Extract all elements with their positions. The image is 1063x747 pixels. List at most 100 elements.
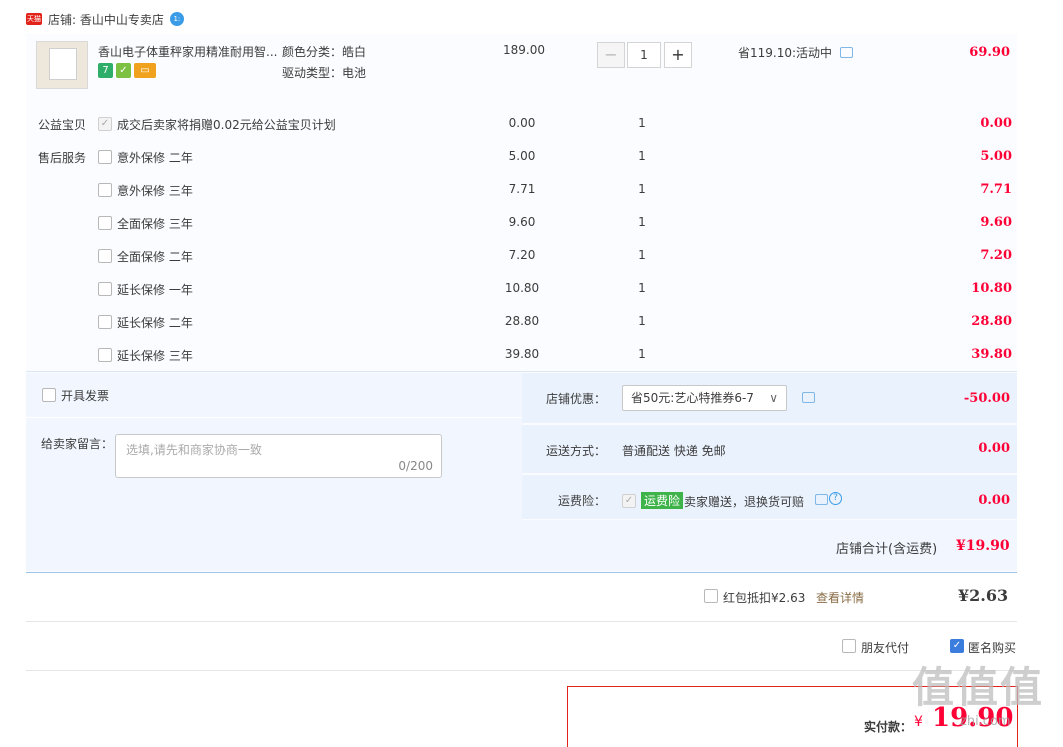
- qty-plus-button[interactable]: +: [664, 42, 692, 68]
- product-subtotal: 69.90: [969, 45, 1010, 60]
- message-textarea[interactable]: 选填,请先和商家协商一致 0/200: [115, 434, 442, 478]
- service-qty: 1: [638, 281, 646, 295]
- anonymous-checkbox[interactable]: ✓: [950, 639, 964, 653]
- product-unit-price: 189.00: [503, 43, 545, 57]
- insurance-text: 卖家赠送，退换货可赔: [684, 495, 805, 509]
- service-qty: 1: [638, 215, 646, 229]
- coupon-selected-value: 省50元:艺心特推券6-7: [631, 391, 754, 405]
- service-checkbox[interactable]: [98, 183, 112, 197]
- charity-text: 成交后卖家将捐赠0.02元给公益宝贝计划: [117, 118, 336, 132]
- friend-pay-checkbox[interactable]: [842, 639, 856, 653]
- comment-icon[interactable]: [802, 392, 815, 403]
- scale-image-icon: [49, 48, 77, 80]
- product-attr-color: 颜色分类：皓白: [282, 45, 367, 59]
- coupon-select[interactable]: 省50元:艺心特推券6-7 ∨: [622, 385, 787, 411]
- service-name: 全面保修 二年: [117, 250, 193, 264]
- charity-qty: 1: [638, 116, 646, 130]
- service-name: 全面保修 三年: [117, 217, 193, 231]
- invoice-label: 开具发票: [61, 389, 110, 403]
- charity-price: 0.00: [508, 116, 536, 130]
- service-checkbox[interactable]: [98, 282, 112, 296]
- seven-day-return-icon: 7: [98, 63, 113, 78]
- shop-total-amount: ¥19.90: [956, 538, 1010, 554]
- service-name: 延长保修 二年: [117, 316, 193, 330]
- message-counter: 0/200: [398, 459, 433, 473]
- shop-name[interactable]: 店铺: 香山中山专卖店: [48, 11, 164, 28]
- comment-icon[interactable]: [815, 494, 828, 505]
- service-price: 9.60: [508, 215, 536, 229]
- product-thumbnail[interactable]: [36, 41, 88, 89]
- service-price: 7.20: [508, 248, 536, 262]
- qty-input[interactable]: 1: [627, 42, 661, 68]
- service-name: 意外保修 二年: [117, 151, 193, 165]
- pay-currency: ¥: [914, 714, 923, 730]
- service-qty: 1: [638, 182, 646, 196]
- service-price: 39.80: [504, 347, 540, 361]
- service-qty: 1: [638, 248, 646, 262]
- red-packet-label: 红包抵扣¥2.63: [723, 591, 806, 605]
- service-price: 7.71: [508, 182, 536, 196]
- message-placeholder: 选填,请先和商家协商一致: [126, 443, 262, 457]
- service-qty: 1: [638, 149, 646, 163]
- coupon-label: 店铺优惠：: [546, 392, 607, 406]
- section-divider: [26, 371, 1017, 372]
- service-price: 5.00: [508, 149, 536, 163]
- shipping-amount: 0.00: [978, 441, 1010, 456]
- charity-total: 0.00: [980, 116, 1012, 131]
- guarantee-icon: ✓: [116, 63, 131, 78]
- shipping-value: 普通配送 快递 免邮: [622, 444, 726, 458]
- insurance-checkbox: ✓: [622, 494, 636, 508]
- insurance-tag: 运费险: [641, 492, 684, 509]
- divider: [26, 621, 1017, 622]
- product-service-tags: 7 ✓ ▭: [98, 62, 159, 78]
- service-checkbox[interactable]: [98, 249, 112, 263]
- service-price: 28.80: [504, 314, 540, 328]
- help-icon[interactable]: ?: [829, 492, 842, 505]
- service-total: 28.80: [971, 314, 1012, 329]
- divider: [26, 670, 1017, 671]
- shop-header: 天猫 店铺: 香山中山专卖店 1:: [26, 8, 184, 30]
- service-name: 意外保修 三年: [117, 184, 193, 198]
- invoice-checkbox[interactable]: [42, 388, 56, 402]
- charity-label: 公益宝贝: [38, 118, 87, 132]
- service-price: 10.80: [504, 281, 540, 295]
- service-total: 9.60: [980, 215, 1012, 230]
- service-name: 延长保修 三年: [117, 349, 193, 363]
- credit-card-icon: ▭: [134, 63, 156, 78]
- message-label: 给卖家留言：: [41, 437, 114, 451]
- chevron-down-icon: ∨: [769, 391, 778, 405]
- service-total: 5.00: [980, 149, 1012, 164]
- watermark-logo: 值值值: [912, 663, 1045, 712]
- service-total: 7.71: [980, 182, 1012, 197]
- panel-divider: [26, 417, 522, 418]
- comment-icon[interactable]: [840, 47, 853, 58]
- product-attr-drive: 驱动类型：电池: [282, 66, 367, 80]
- service-name: 延长保修 一年: [117, 283, 193, 297]
- friend-pay-label: 朋友代付: [861, 641, 910, 655]
- coupon-amount: -50.00: [963, 391, 1010, 406]
- wangwang-chat-icon[interactable]: 1:: [169, 12, 184, 26]
- pay-label: 实付款：: [864, 720, 913, 734]
- service-total: 39.80: [971, 347, 1012, 362]
- product-discount-text: 省119.10:活动中: [738, 46, 833, 60]
- watermark-url: zhi.com: [960, 714, 1011, 729]
- red-packet-amount: ¥2.63: [958, 586, 1009, 605]
- tmall-logo-icon: 天猫: [26, 13, 42, 25]
- service-qty: 1: [638, 347, 646, 361]
- charity-checkbox: ✓: [98, 117, 112, 131]
- insurance-label: 运费险：: [558, 494, 607, 508]
- service-checkbox[interactable]: [98, 216, 112, 230]
- shipping-label: 运送方式：: [546, 444, 607, 458]
- service-total: 7.20: [980, 248, 1012, 263]
- service-checkbox[interactable]: [98, 315, 112, 329]
- shop-total-label: 店铺合计(含运费): [836, 542, 938, 557]
- qty-minus-button[interactable]: −: [597, 42, 625, 68]
- service-qty: 1: [638, 314, 646, 328]
- red-packet-details-link[interactable]: 查看详情: [816, 589, 864, 606]
- service-checkbox[interactable]: [98, 150, 112, 164]
- service-total: 10.80: [971, 281, 1012, 296]
- red-packet-checkbox[interactable]: [704, 589, 718, 603]
- insurance-amount: 0.00: [978, 493, 1010, 508]
- product-title[interactable]: 香山电子体重秤家用精准耐用智...: [98, 43, 278, 60]
- service-checkbox[interactable]: [98, 348, 112, 362]
